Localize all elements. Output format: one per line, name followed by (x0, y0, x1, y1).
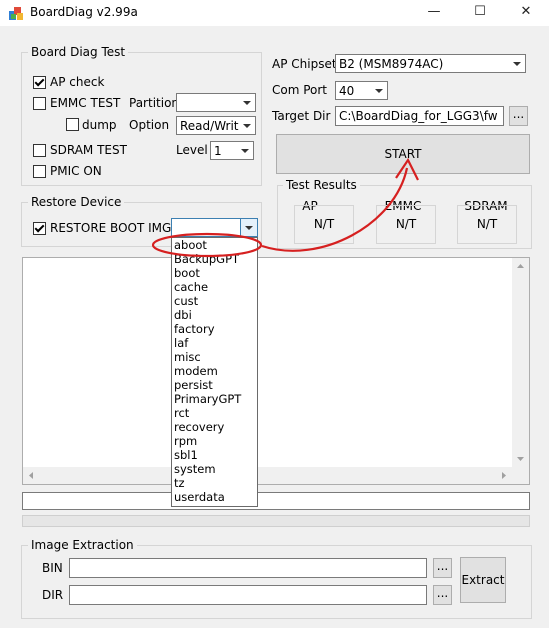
dropdown-option-cust[interactable]: cust (172, 294, 257, 308)
dropdown-option-userdata[interactable]: userdata (172, 490, 257, 504)
result-sdram-box: N/T (457, 205, 517, 244)
dropdown-option-persist[interactable]: persist (172, 378, 257, 392)
log-textarea[interactable] (22, 257, 530, 485)
sdram-test-label: SDRAM TEST (50, 143, 127, 157)
dropdown-option-rpm[interactable]: rpm (172, 434, 257, 448)
dropdown-option-cache[interactable]: cache (172, 280, 257, 294)
target-dir-value: C:\BoardDiag_for_LGG3\fw (339, 109, 498, 123)
level-value: 1 (214, 144, 222, 158)
dump-label: dump (82, 118, 117, 132)
progress-bar (22, 515, 530, 527)
dir-input[interactable] (69, 585, 427, 605)
ap-chipset-label: AP Chipset (272, 57, 337, 71)
dropdown-option-misc[interactable]: misc (172, 350, 257, 364)
pmic-on-checkbox[interactable] (33, 165, 46, 178)
app-window: BoardDiag v2.99a — ☐ ✕ Board Diag Test A… (0, 0, 549, 628)
chevron-down-icon (371, 82, 387, 99)
result-ap-box: N/T (294, 205, 354, 244)
result-sdram-value: N/T (476, 217, 498, 231)
restore-device-group-title: Restore Device (28, 195, 125, 209)
level-label: Level (176, 143, 208, 157)
start-button[interactable]: START (276, 134, 530, 174)
pmic-on-label: PMIC ON (50, 164, 102, 178)
com-port-select[interactable]: 40 (335, 81, 388, 100)
chevron-down-icon (239, 117, 255, 134)
horizontal-scrollbar[interactable] (23, 467, 529, 484)
dropdown-option-laf[interactable]: laf (172, 336, 257, 350)
com-port-value: 40 (339, 84, 355, 98)
result-emmc-box: N/T (376, 205, 436, 244)
result-emmc-value: N/T (395, 217, 417, 231)
option-value: Read/Writ (180, 119, 239, 133)
dropdown-option-tz[interactable]: tz (172, 476, 257, 490)
dir-browse-button[interactable]: ... (433, 585, 452, 605)
bin-input[interactable] (69, 558, 427, 578)
target-dir-browse-button[interactable]: ... (509, 106, 528, 126)
dir-label: DIR (42, 588, 64, 602)
dropdown-option-boot[interactable]: boot (172, 266, 257, 280)
dropdown-option-dbi[interactable]: dbi (172, 308, 257, 322)
ap-check-label: AP check (50, 75, 105, 89)
extract-button[interactable]: Extract (460, 557, 506, 603)
test-results-group-title: Test Results (283, 178, 360, 192)
dropdown-option-modem[interactable]: modem (172, 364, 257, 378)
dropdown-option-recovery[interactable]: recovery (172, 420, 257, 434)
dropdown-option-sbl1[interactable]: sbl1 (172, 448, 257, 462)
option-label: Option (129, 118, 170, 132)
partition-label: Partition (129, 96, 180, 110)
image-extraction-group (21, 545, 532, 619)
ap-check-checkbox[interactable] (33, 76, 46, 89)
title-bar: BoardDiag v2.99a — ☐ ✕ (0, 0, 549, 26)
scroll-arrows-icon (29, 472, 506, 479)
window-title: BoardDiag v2.99a (30, 5, 138, 19)
dropdown-option-rct[interactable]: rct (172, 406, 257, 420)
chevron-down-icon (240, 219, 257, 236)
board-diag-group-title: Board Diag Test (28, 45, 129, 59)
dropdown-option-system[interactable]: system (172, 462, 257, 476)
bin-browse-button[interactable]: ... (433, 558, 452, 578)
boot-image-dropdown-list[interactable]: aboot BackupGPT boot cache cust dbi factory laf… (171, 237, 258, 507)
image-extraction-group-title: Image Extraction (28, 538, 137, 552)
partition-select[interactable] (176, 93, 256, 112)
status-field[interactable] (22, 492, 530, 510)
dropdown-option-factory[interactable]: factory (172, 322, 257, 336)
com-port-label: Com Port (272, 83, 328, 97)
chevron-down-icon (509, 55, 525, 72)
minimize-button[interactable]: — (411, 0, 457, 26)
chevron-down-icon (239, 94, 255, 111)
ap-chipset-value: B2 (MSM8974AC) (339, 57, 444, 71)
ap-chipset-select[interactable]: B2 (MSM8974AC) (335, 54, 526, 73)
target-dir-input[interactable]: C:\BoardDiag_for_LGG3\fw (335, 106, 504, 126)
boot-image-select[interactable] (171, 218, 258, 237)
emmc-test-label: EMMC TEST (50, 96, 121, 110)
dropdown-option-aboot[interactable]: aboot (172, 238, 257, 252)
scroll-arrows-icon (517, 264, 524, 461)
result-ap-value: N/T (313, 217, 335, 231)
app-icon (9, 7, 23, 20)
bin-label: BIN (42, 561, 63, 575)
dropdown-option-backupgpt[interactable]: BackupGPT (172, 252, 257, 266)
chevron-down-icon (237, 142, 253, 159)
level-select[interactable]: 1 (210, 141, 254, 160)
option-select[interactable]: Read/Writ (176, 116, 256, 135)
dump-checkbox[interactable] (66, 118, 79, 131)
restore-boot-img-label: RESTORE BOOT IMG (50, 221, 172, 235)
target-dir-label: Target Dir (272, 109, 331, 123)
emmc-test-checkbox[interactable] (33, 97, 46, 110)
vertical-scrollbar[interactable] (512, 258, 529, 467)
dropdown-option-primarygpt[interactable]: PrimaryGPT (172, 392, 257, 406)
restore-boot-img-checkbox[interactable] (33, 222, 46, 235)
maximize-button[interactable]: ☐ (457, 0, 503, 26)
close-button[interactable]: ✕ (503, 0, 549, 26)
sdram-test-checkbox[interactable] (33, 144, 46, 157)
